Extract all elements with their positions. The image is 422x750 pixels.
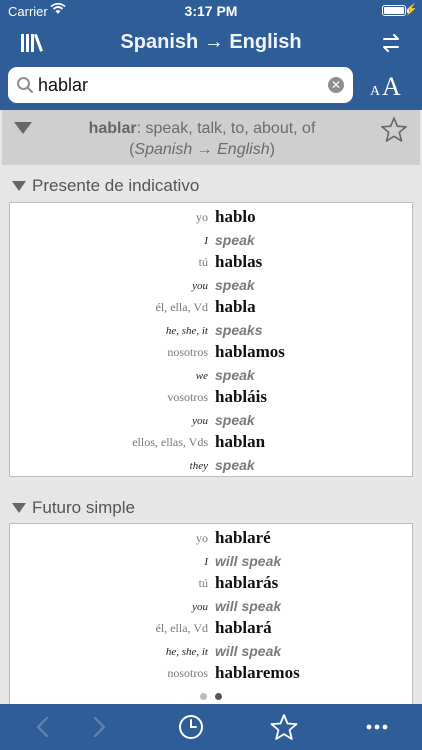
conjugation-row: tú hablas — [10, 251, 414, 273]
translation-row: we speak — [10, 363, 414, 385]
swap-languages-icon[interactable] — [380, 32, 402, 54]
pronoun: tú — [198, 255, 208, 269]
pronoun: ellos, ellas, Vds — [132, 435, 208, 449]
conjugation-row: él, ella, Vd habla — [10, 296, 414, 318]
collapse-triangle-icon[interactable] — [14, 122, 32, 134]
english-pronoun: you — [192, 280, 208, 292]
forward-arrow-icon[interactable] — [84, 712, 114, 742]
navigation-bar: Spanish → English — [0, 22, 422, 64]
search-bar: ✕ A A — [0, 64, 422, 110]
section-title: Futuro simple — [32, 498, 135, 517]
pronoun: vosotros — [167, 390, 208, 404]
history-clock-icon[interactable] — [176, 712, 206, 742]
section-header[interactable]: Futuro simple — [2, 489, 420, 525]
conjugated-verb: hablará — [215, 618, 272, 637]
font-size-button[interactable]: A A — [362, 72, 410, 102]
font-size-big-label: A — [382, 72, 401, 101]
conjugated-verb: hablarás — [215, 573, 279, 592]
pronoun: nosotros — [167, 666, 208, 680]
conjugation-row: vosotros habláis — [10, 386, 414, 408]
section-triangle-icon[interactable] — [12, 503, 26, 513]
conjugated-verb: habla — [215, 297, 256, 316]
pronoun: él, ella, Vd — [155, 621, 208, 635]
headword: hablar — [88, 120, 137, 137]
entry-header: hablar: speak, talk, to, about, of (Span… — [2, 110, 420, 165]
page-dot[interactable] — [200, 693, 207, 700]
conjugated-verb: hablaremos — [215, 663, 300, 682]
translation-row: I speak — [10, 228, 414, 250]
pronoun: él, ella, Vd — [155, 300, 208, 314]
translation-row: they speak — [10, 453, 414, 475]
page-control[interactable] — [0, 690, 422, 702]
language-direction: Spanish → English — [134, 141, 270, 158]
translation-row: you speak — [10, 408, 414, 430]
pronoun: tú — [198, 576, 208, 590]
english-pronoun: we — [195, 370, 208, 382]
bottom-toolbar — [0, 704, 422, 750]
english-translation: will speak — [215, 553, 282, 569]
favorites-star-icon[interactable] — [269, 712, 299, 742]
conjugation-row: tú hablarás — [10, 572, 414, 594]
charging-icon: ⚡ — [404, 4, 418, 16]
more-icon[interactable] — [362, 712, 392, 742]
conjugation-row: nosotros hablaremos — [10, 662, 414, 684]
battery-icon — [382, 5, 409, 16]
english-translation: speak — [215, 412, 255, 428]
status-bar: Carrier 3:17 PM ⚡ — [0, 0, 422, 22]
english-translation: will speak — [215, 598, 282, 614]
pronoun: yo — [196, 531, 208, 545]
conjugated-verb: hablas — [215, 252, 263, 271]
english-translation: will speak — [215, 643, 282, 659]
conjugation-content[interactable]: hablar: speak, talk, to, about, of (Span… — [0, 110, 422, 704]
english-translation: speak — [215, 232, 255, 248]
conjugation-table: yo hablaré I will speak tú hablarás you … — [9, 523, 413, 704]
status-time: 3:17 PM — [184, 3, 238, 19]
translation-row: he, she, it speaks — [10, 318, 414, 340]
section-header[interactable]: Presente de indicativo — [2, 167, 420, 203]
page-title: Spanish → English — [120, 31, 302, 53]
conjugation-row: yo hablaré — [10, 527, 414, 549]
entry-definition: hablar: speak, talk, to, about, of (Span… — [52, 118, 352, 160]
conjugated-verb: habláis — [215, 387, 267, 406]
translations: speak, talk, to, about, of — [141, 120, 316, 137]
english-pronoun: you — [192, 415, 208, 427]
section-title: Presente de indicativo — [32, 176, 200, 195]
search-input[interactable] — [38, 67, 318, 103]
english-pronoun: he, she, it — [165, 646, 208, 658]
english-translation: speaks — [215, 322, 263, 338]
star-icon[interactable] — [380, 116, 408, 144]
english-translation: speak — [215, 277, 255, 293]
conjugated-verb: hablaré — [215, 528, 271, 547]
english-pronoun: you — [192, 601, 208, 613]
pronoun: yo — [196, 210, 208, 224]
search-field[interactable]: ✕ — [8, 67, 353, 103]
conjugated-verb: hablamos — [215, 342, 285, 361]
english-pronoun: they — [189, 460, 208, 472]
conjugation-table: yo hablo I speak tú hablas you speak él,… — [9, 202, 413, 477]
clear-icon[interactable]: ✕ — [328, 77, 344, 93]
conjugation-row: él, ella, Vd hablará — [10, 617, 414, 639]
back-arrow-icon[interactable] — [28, 712, 58, 742]
search-icon — [17, 77, 33, 93]
conjugated-verb: hablo — [215, 207, 256, 226]
font-size-small-label: A — [370, 84, 381, 99]
english-translation: speak — [215, 457, 255, 473]
page-dot-active[interactable] — [215, 693, 222, 700]
english-pronoun: I — [204, 235, 208, 247]
conjugated-verb: hablan — [215, 432, 266, 451]
conjugation-row: ellos, ellas, Vds hablan — [10, 431, 414, 453]
english-translation: speak — [215, 367, 255, 383]
pronoun: nosotros — [167, 345, 208, 359]
section-triangle-icon[interactable] — [12, 181, 26, 191]
direction-close: ) — [269, 141, 275, 158]
translation-row: you will speak — [10, 594, 414, 616]
conjugation-row: yo hablo — [10, 206, 414, 228]
translation-row: I will speak — [10, 549, 414, 571]
translation-row: you speak — [10, 273, 414, 295]
conjugation-row: nosotros hablamos — [10, 341, 414, 363]
translation-row: he, she, it will speak — [10, 639, 414, 661]
app-screen: Carrier 3:17 PM ⚡ Spanish → English habl… — [0, 0, 422, 750]
english-pronoun: he, she, it — [165, 325, 208, 337]
english-pronoun: I — [204, 556, 208, 568]
